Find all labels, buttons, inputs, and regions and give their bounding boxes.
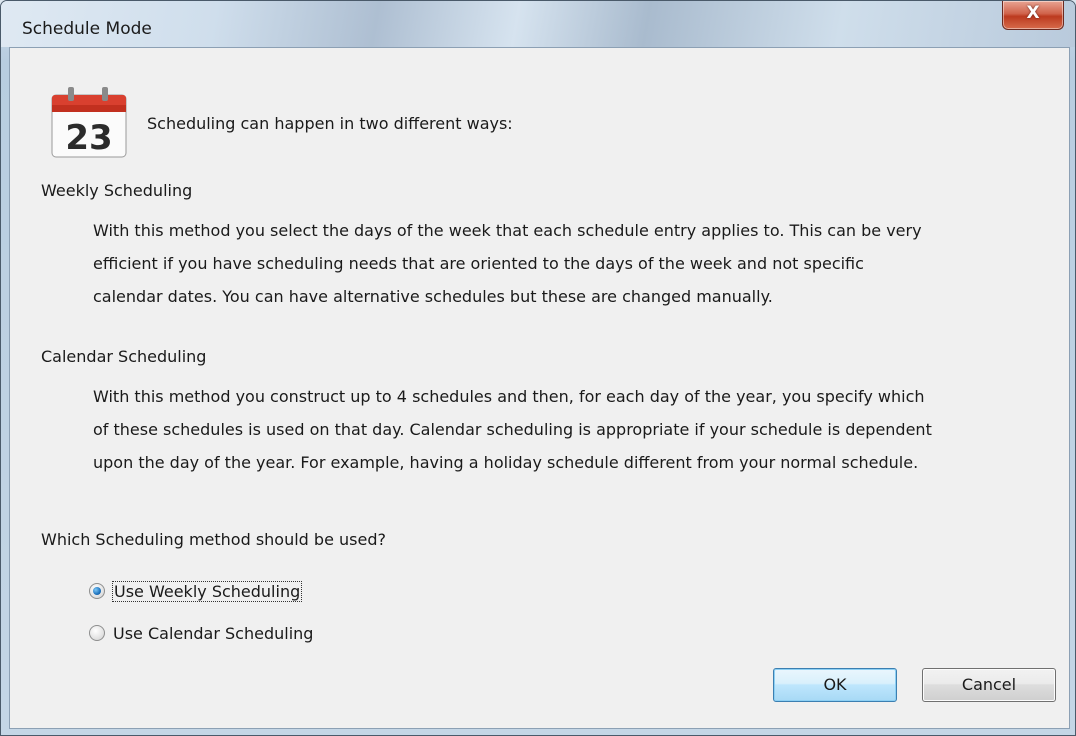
method-question: Which Scheduling method should be used? bbox=[41, 530, 386, 549]
weekly-heading: Weekly Scheduling bbox=[41, 181, 193, 200]
radio-weekly[interactable] bbox=[89, 583, 105, 599]
close-button[interactable]: X bbox=[1002, 1, 1064, 30]
weekly-line: efficient if you have scheduling needs t… bbox=[93, 254, 864, 273]
option-calendar-label[interactable]: Use Calendar Scheduling bbox=[113, 624, 313, 643]
calendar-description: With this method you construct up to 4 s… bbox=[93, 380, 1053, 479]
calendar-line: upon the day of the year. For example, h… bbox=[93, 453, 919, 472]
title-bar[interactable]: Schedule Mode X bbox=[1, 1, 1075, 47]
window-title: Schedule Mode bbox=[22, 19, 152, 39]
option-weekly-label[interactable]: Use Weekly Scheduling bbox=[111, 580, 303, 602]
cancel-button[interactable]: Cancel bbox=[922, 668, 1056, 702]
calendar-icon: 23 bbox=[51, 87, 127, 158]
weekly-line: calendar dates. You can have alternative… bbox=[93, 287, 773, 306]
weekly-line: With this method you select the days of … bbox=[93, 221, 922, 240]
calendar-line: With this method you construct up to 4 s… bbox=[93, 387, 925, 406]
schedule-mode-dialog: Schedule Mode X 23 Scheduling can happen… bbox=[0, 0, 1076, 736]
ok-button[interactable]: OK bbox=[773, 668, 897, 702]
dialog-body: 23 Scheduling can happen in two differen… bbox=[9, 47, 1070, 729]
calendar-day-number: 23 bbox=[65, 118, 112, 158]
calendar-line: of these schedules is used on that day. … bbox=[93, 420, 932, 439]
radio-calendar[interactable] bbox=[89, 625, 105, 641]
calendar-heading: Calendar Scheduling bbox=[41, 347, 207, 366]
close-icon: X bbox=[1026, 3, 1040, 23]
intro-text: Scheduling can happen in two different w… bbox=[147, 114, 513, 133]
option-weekly[interactable]: Use Weekly Scheduling bbox=[89, 580, 303, 602]
weekly-description: With this method you select the days of … bbox=[93, 214, 1053, 313]
option-calendar[interactable]: Use Calendar Scheduling bbox=[89, 622, 313, 644]
